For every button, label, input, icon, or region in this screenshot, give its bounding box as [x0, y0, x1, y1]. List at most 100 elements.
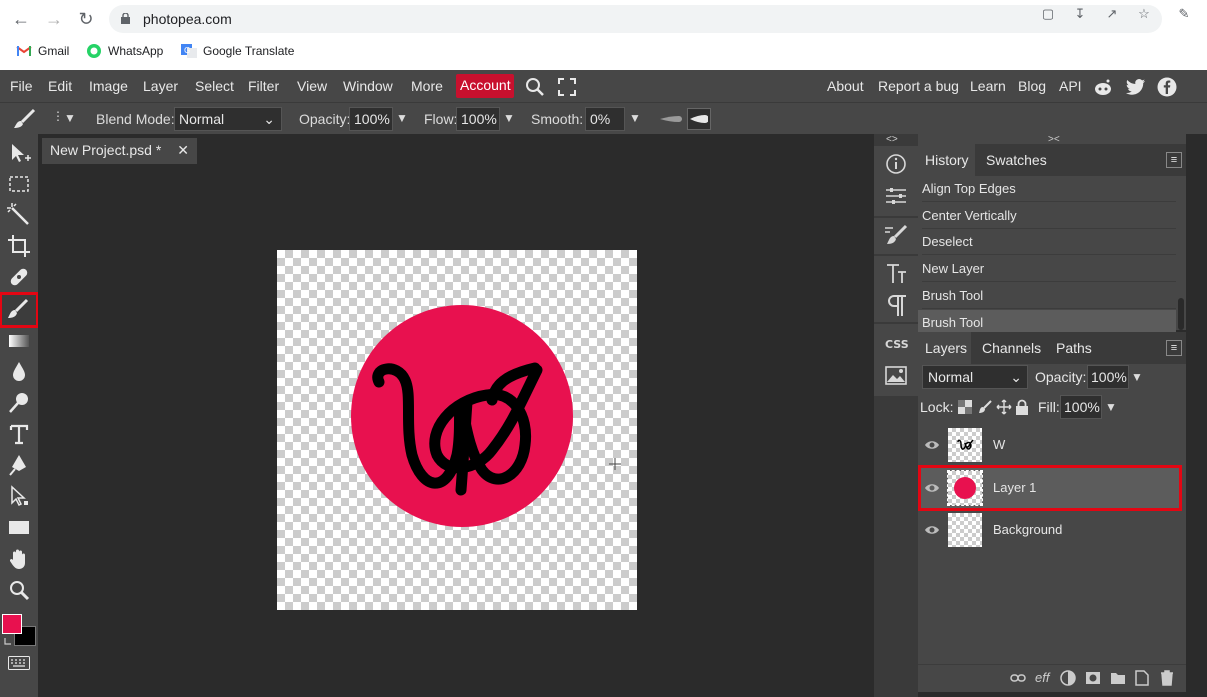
- layer-blend-select[interactable]: Normal ⌄: [922, 365, 1028, 389]
- character-icon[interactable]: [878, 258, 914, 290]
- lock-all-icon[interactable]: [1015, 399, 1029, 415]
- keyboard-icon[interactable]: [8, 656, 30, 670]
- menu-layer[interactable]: Layer: [143, 78, 178, 94]
- marquee-tool-icon[interactable]: [4, 169, 34, 199]
- smooth-input[interactable]: 0%: [585, 107, 625, 131]
- smooth-dropdown-icon[interactable]: ▼: [629, 111, 641, 125]
- zoom-tool-icon[interactable]: [4, 575, 34, 605]
- search-icon[interactable]: [525, 77, 545, 97]
- foreground-color-overlay[interactable]: [2, 614, 22, 634]
- layer-row-layer-1[interactable]: Layer 1: [918, 465, 1182, 511]
- tab-history[interactable]: History: [918, 144, 975, 176]
- tab-channels[interactable]: Channels: [982, 340, 1041, 356]
- share-icon[interactable]: ↗: [1104, 6, 1120, 22]
- menu-learn[interactable]: Learn: [970, 78, 1006, 94]
- fullscreen-icon[interactable]: [558, 78, 576, 96]
- pen-tool-icon[interactable]: [4, 450, 34, 480]
- rectangle-tool-icon[interactable]: [4, 512, 34, 542]
- bookmark-whatsapp[interactable]: WhatsApp: [86, 43, 163, 59]
- brush-preset-dropdown-icon[interactable]: ▼: [64, 111, 76, 125]
- lock-pixels-icon[interactable]: [977, 399, 993, 415]
- menu-image[interactable]: Image: [89, 78, 128, 94]
- layer-name[interactable]: Background: [993, 522, 1062, 537]
- blend-mode-select[interactable]: Normal ⌄: [174, 107, 282, 131]
- brush-size-dots[interactable]: ⋮: [52, 109, 64, 123]
- canvas[interactable]: [277, 250, 637, 610]
- path-select-icon[interactable]: [4, 481, 34, 511]
- collapse-arrows-icon[interactable]: <>: [886, 134, 898, 145]
- layer-name[interactable]: W: [993, 437, 1005, 452]
- facebook-icon[interactable]: [1157, 77, 1177, 97]
- magic-wand-icon[interactable]: [4, 200, 34, 230]
- css-icon[interactable]: CSS: [878, 328, 914, 360]
- opacity-dropdown-icon[interactable]: ▼: [396, 111, 408, 125]
- brush-tool-button[interactable]: [0, 292, 39, 328]
- hand-tool-icon[interactable]: [4, 544, 34, 574]
- menu-api[interactable]: API: [1059, 78, 1082, 94]
- info-icon[interactable]: [878, 148, 914, 180]
- eye-icon[interactable]: [924, 480, 940, 496]
- layer-row-w[interactable]: W: [918, 424, 1186, 466]
- bookmark-gmail[interactable]: Gmail: [16, 43, 69, 59]
- blur-tool-icon[interactable]: [4, 357, 34, 387]
- back-icon[interactable]: ←: [10, 8, 32, 30]
- account-button[interactable]: Account: [456, 74, 514, 98]
- dodge-tool-icon[interactable]: [4, 388, 34, 418]
- tab-layers[interactable]: Layers: [918, 332, 971, 364]
- folder-icon[interactable]: [1110, 671, 1126, 685]
- page-icon[interactable]: ▢: [1040, 6, 1056, 22]
- history-scrollbar[interactable]: [1178, 298, 1184, 330]
- opacity-input[interactable]: 100%: [349, 107, 393, 131]
- eye-icon[interactable]: [924, 522, 940, 538]
- menu-filter[interactable]: Filter: [248, 78, 279, 94]
- eyedropper-icon[interactable]: ✎: [1176, 6, 1192, 22]
- lock-transparency-icon[interactable]: [958, 400, 972, 414]
- fill-input[interactable]: 100%: [1060, 395, 1102, 419]
- crop-tool-icon[interactable]: [4, 231, 34, 261]
- history-item[interactable]: Center Vertically: [922, 203, 1176, 229]
- trash-icon[interactable]: [1160, 670, 1174, 686]
- layer-mask-icon[interactable]: [1085, 671, 1101, 685]
- bookmark-google-translate[interactable]: G Google Translate: [181, 43, 294, 59]
- layers-menu-icon[interactable]: ≡: [1166, 340, 1182, 356]
- menu-edit[interactable]: Edit: [48, 78, 72, 94]
- layer-row-background[interactable]: Background: [918, 509, 1186, 551]
- history-item[interactable]: Align Top Edges: [922, 176, 1176, 202]
- swap-colors-icon[interactable]: [3, 636, 13, 646]
- history-item[interactable]: New Layer: [922, 256, 1176, 282]
- address-bar[interactable]: photopea.com: [109, 5, 1162, 33]
- flow-input[interactable]: 100%: [456, 107, 500, 131]
- pressure-opacity-icon[interactable]: [660, 115, 682, 123]
- move-tool-icon[interactable]: [4, 138, 34, 168]
- close-tab-icon[interactable]: ✕: [177, 142, 189, 160]
- link-layers-icon[interactable]: [1010, 672, 1026, 684]
- layer-name[interactable]: Layer 1: [993, 480, 1036, 495]
- type-tool-icon[interactable]: [4, 419, 34, 449]
- lock-position-icon[interactable]: [996, 399, 1012, 415]
- menu-file[interactable]: File: [10, 78, 33, 94]
- reddit-icon[interactable]: [1093, 77, 1113, 97]
- menu-select[interactable]: Select: [195, 78, 234, 94]
- history-item[interactable]: Brush Tool: [922, 283, 1176, 309]
- menu-more[interactable]: More: [411, 78, 443, 94]
- forward-icon[interactable]: →: [43, 8, 65, 30]
- menu-about[interactable]: About: [827, 78, 864, 94]
- adjustment-layer-icon[interactable]: [1060, 670, 1076, 686]
- panel-menu-icon[interactable]: ≡: [1166, 152, 1182, 168]
- tab-swatches[interactable]: Swatches: [986, 152, 1047, 168]
- effects-icon[interactable]: eff: [1035, 670, 1049, 685]
- brush-settings-icon[interactable]: [878, 220, 914, 252]
- eye-icon[interactable]: [924, 437, 940, 453]
- menu-view[interactable]: View: [297, 78, 327, 94]
- healing-brush-icon[interactable]: [4, 262, 34, 292]
- brush-tool-icon[interactable]: [12, 108, 38, 130]
- reload-icon[interactable]: ↻: [75, 8, 97, 30]
- menu-blog[interactable]: Blog: [1018, 78, 1046, 94]
- star-icon[interactable]: ☆: [1136, 6, 1152, 22]
- gradient-tool-icon[interactable]: [4, 326, 34, 356]
- fill-dropdown-icon[interactable]: ▼: [1105, 400, 1117, 414]
- history-item[interactable]: Deselect: [922, 229, 1176, 255]
- flow-dropdown-icon[interactable]: ▼: [503, 111, 515, 125]
- pressure-size-toggle[interactable]: [687, 108, 711, 130]
- twitter-icon[interactable]: [1126, 78, 1146, 96]
